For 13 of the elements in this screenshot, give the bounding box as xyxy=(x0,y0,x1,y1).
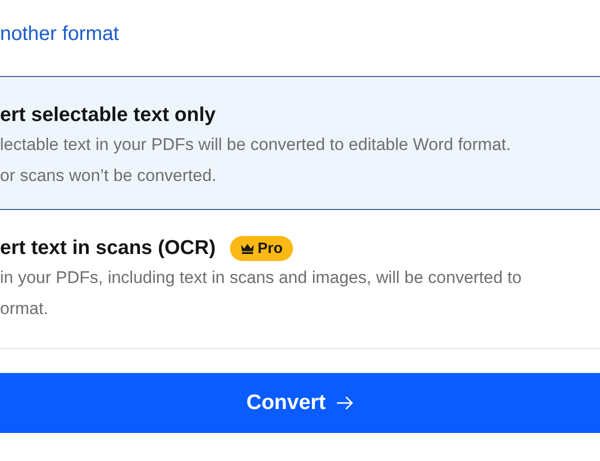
option-card[interactable]: ert selectable text only lectable text in your PDFs will be converted to editable Word format. or scans won’t be converted. xyxy=(0,76,600,210)
option-title: ert selectable text only xyxy=(0,103,216,128)
badge-label: Pro xyxy=(258,240,283,256)
crown-icon xyxy=(240,242,255,254)
option-card[interactable]: ert text in scans (OCR) Pro in your PDFs, including text in scans and images, will be converted to ormat. xyxy=(0,210,600,349)
option-description: or scans won’t be converted. xyxy=(0,165,218,187)
option-description: in your PDFs, including text in scans and images, will be converted to xyxy=(0,267,523,289)
option-description: ormat. xyxy=(0,298,50,320)
arrow-right-icon xyxy=(336,396,354,410)
format-link[interactable]: nother format xyxy=(0,22,119,46)
convert-button[interactable]: Convert xyxy=(0,373,600,433)
option-description: lectable text in your PDFs will be converted to editable Word format. xyxy=(0,134,512,156)
option-title: ert text in scans (OCR) xyxy=(0,236,216,261)
